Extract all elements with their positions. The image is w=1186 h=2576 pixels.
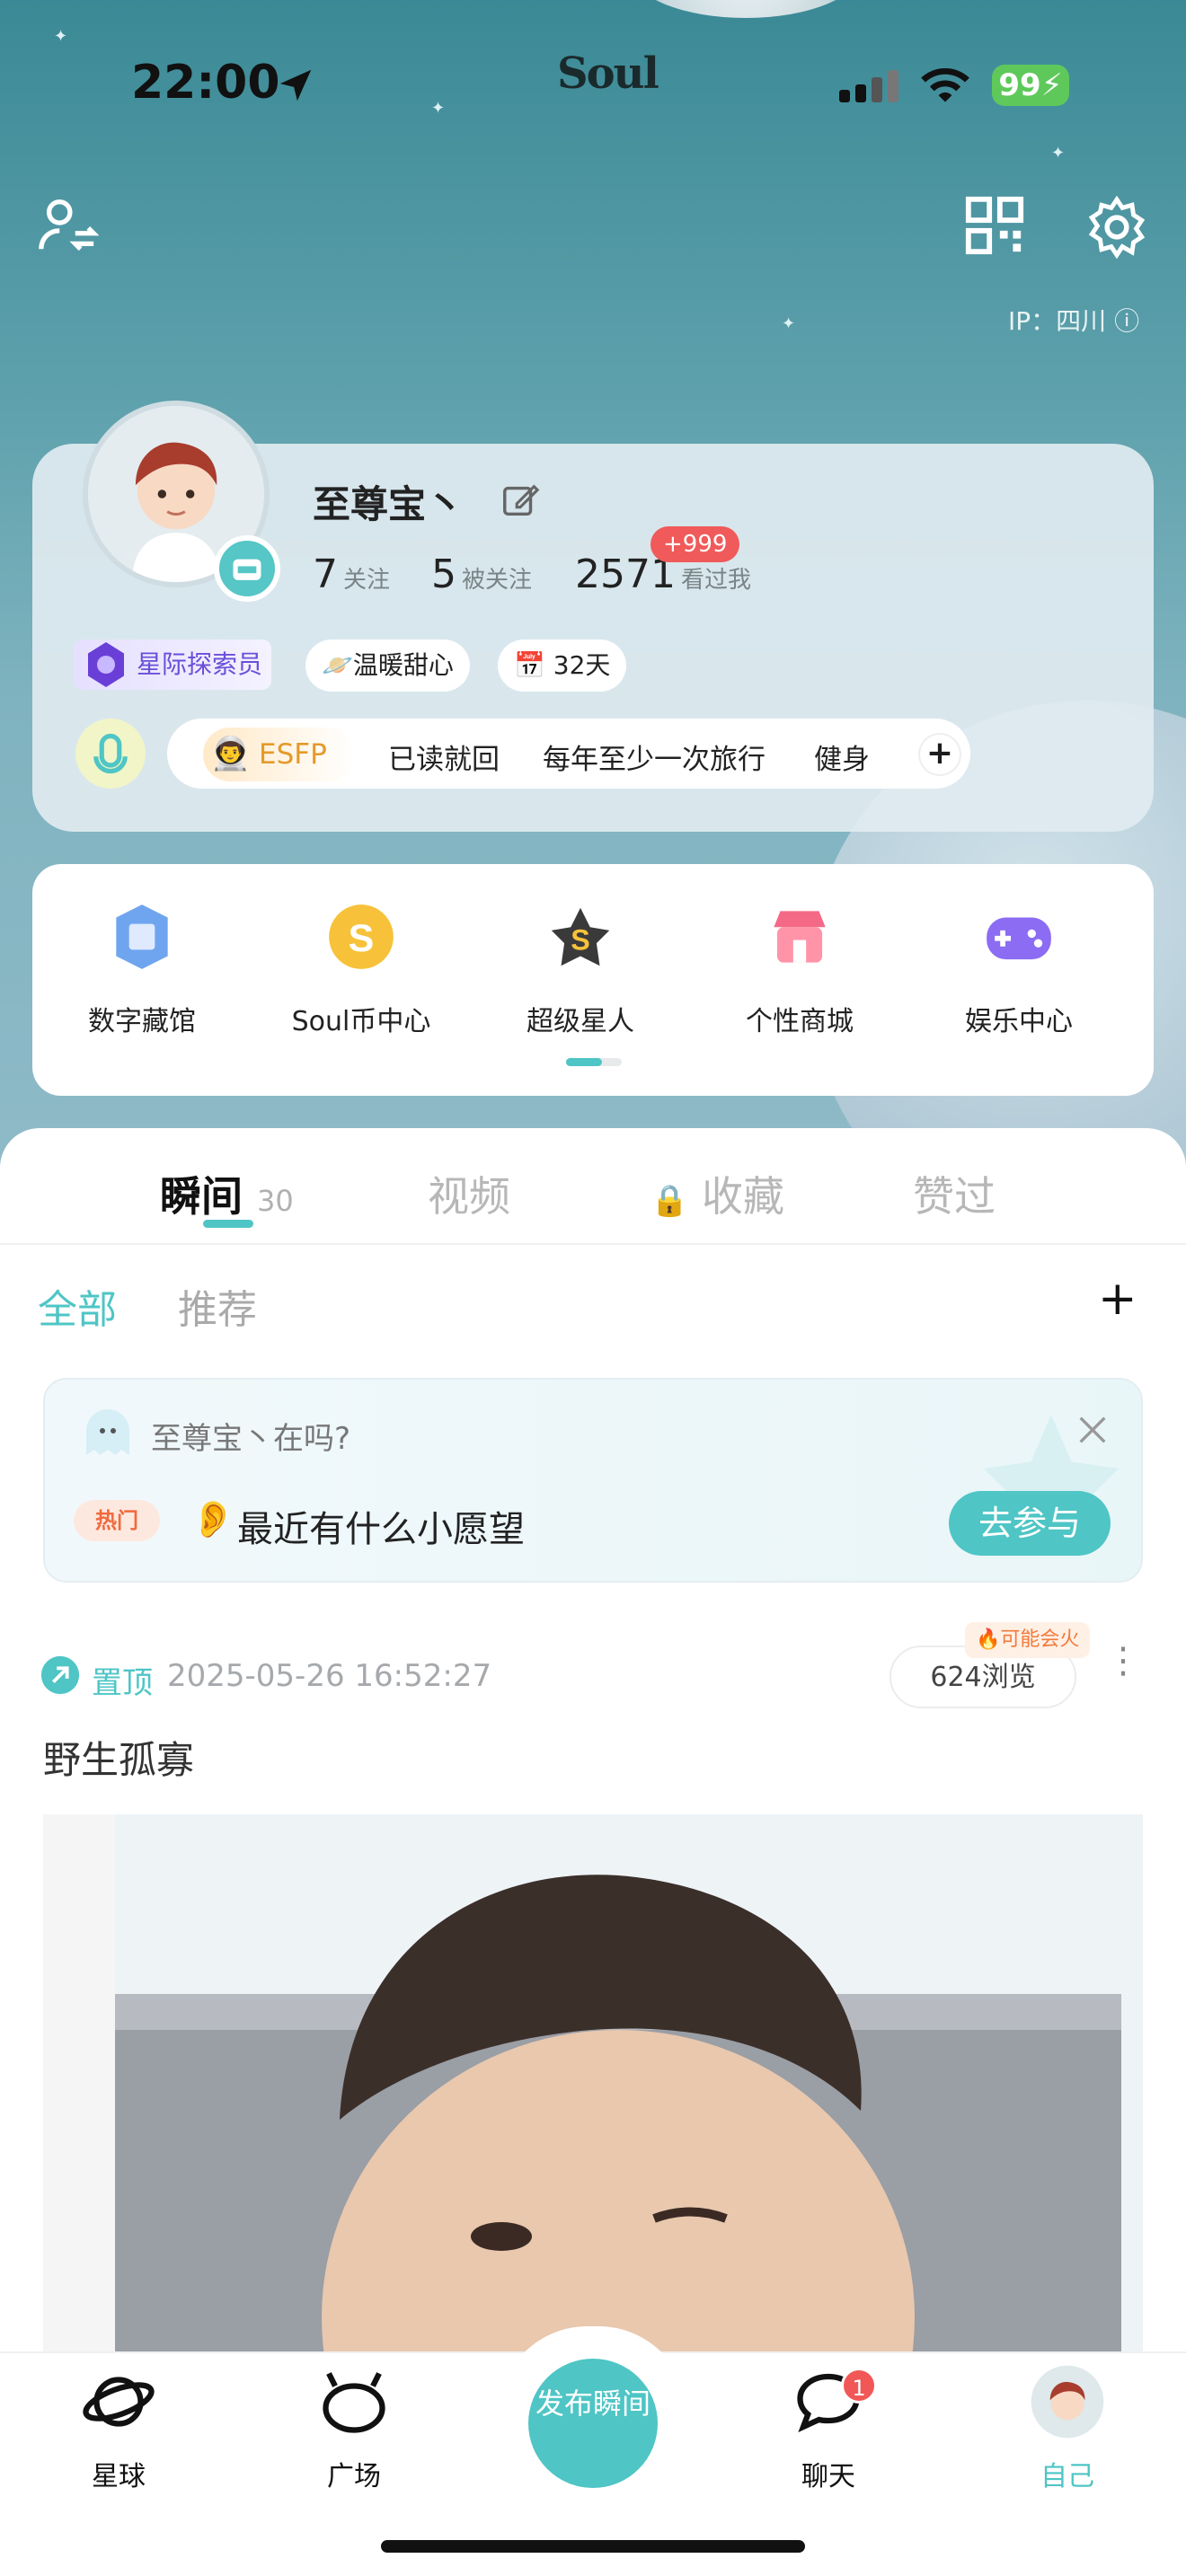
pin-icon xyxy=(40,1655,80,1695)
super-star-icon: S xyxy=(551,907,610,966)
edit-icon[interactable] xyxy=(500,480,541,521)
planet-icon xyxy=(83,2377,155,2427)
feature-label: 娱乐中心 xyxy=(965,1006,1073,1037)
status-time: 22:00 xyxy=(131,56,280,110)
shop-icon xyxy=(774,911,826,963)
more-options-icon[interactable]: ⋮ xyxy=(1105,1643,1141,1679)
battery-indicator: 99⚡ xyxy=(992,65,1069,106)
tab-indicator xyxy=(203,1220,253,1228)
profile-name: 至尊宝丶 xyxy=(313,482,465,526)
my-avatar-icon xyxy=(1031,2365,1104,2439)
mbti-tag[interactable]: 👨‍🚀 ESFP xyxy=(203,728,356,781)
personal-tag[interactable]: 健身 xyxy=(814,737,870,777)
explorer-badge[interactable]: 星际探索员 xyxy=(74,640,272,690)
nav-me[interactable]: 自己 xyxy=(996,2364,1139,2493)
nav-chat[interactable]: 聊天 xyxy=(757,2364,900,2493)
selfie-photo xyxy=(43,1814,1143,2353)
feature-label: 超级星人 xyxy=(527,1006,634,1037)
feature-label: 数字藏馆 xyxy=(88,1006,196,1037)
switch-account-icon[interactable] xyxy=(36,194,99,257)
voice-signature-button[interactable] xyxy=(75,719,146,789)
post-timestamp: 2025-05-26 16:52:27 xyxy=(167,1658,492,1694)
ghost-icon xyxy=(86,1409,129,1455)
trending-badge: 🔥可能会火 xyxy=(965,1622,1091,1658)
signal-icon xyxy=(839,70,898,102)
microphone-icon xyxy=(93,733,128,774)
planet-ring-icon: 🪐 xyxy=(322,650,353,680)
star-decoration: ✦ xyxy=(782,314,796,333)
post-photo[interactable] xyxy=(43,1814,1143,2353)
trait-tag[interactable]: 🪐温暖甜心 xyxy=(305,640,470,692)
days-tag[interactable]: 📅 32天 xyxy=(498,640,627,692)
settings-gear-icon[interactable] xyxy=(1084,194,1150,260)
nav-label: 星球 xyxy=(92,2461,146,2492)
tab-videos[interactable]: 视频 xyxy=(428,1164,510,1223)
star-decoration: ✦ xyxy=(1051,144,1066,163)
gamepad-icon xyxy=(987,917,1051,960)
chat-unread-badge: 1 xyxy=(841,2368,877,2404)
publish-moment-button[interactable]: 发布瞬间 xyxy=(528,2359,658,2488)
qr-code-icon[interactable] xyxy=(963,194,1026,257)
nav-label: 自己 xyxy=(1040,2461,1094,2492)
calendar-icon: 📅 xyxy=(514,650,545,680)
divider xyxy=(0,1243,1186,1245)
soul-coin-icon: S xyxy=(329,904,394,969)
location-arrow-icon xyxy=(279,69,312,101)
following-stat[interactable]: 7 关注 xyxy=(313,551,390,597)
ip-location: IP：四川 ⓘ xyxy=(1008,306,1140,336)
wifi-icon xyxy=(921,67,969,102)
explorer-planet-icon xyxy=(88,642,124,687)
home-indicator xyxy=(381,2540,805,2553)
feature-label: 个性商城 xyxy=(746,1006,854,1037)
promo-topic: 最近有什么小愿望 xyxy=(237,1509,525,1550)
visitors-badge: +999 xyxy=(651,526,740,562)
square-alien-icon xyxy=(323,2372,385,2433)
astronaut-icon: 👨‍🚀 xyxy=(210,736,251,772)
lock-icon: 🔒 xyxy=(651,1183,689,1219)
svg-text:S: S xyxy=(349,917,375,960)
star-decoration: ✦ xyxy=(54,27,68,46)
feature-shop[interactable]: 个性商城 xyxy=(692,898,907,1038)
nav-planet[interactable]: 星球 xyxy=(47,2364,190,2493)
app-brand: Soul xyxy=(557,49,659,99)
star-decoration: ✦ xyxy=(431,99,446,118)
post-text: 野生孤寡 xyxy=(43,1738,195,1782)
hot-badge: 热门 xyxy=(74,1500,160,1541)
filter-all[interactable]: 全部 xyxy=(38,1277,117,1335)
promo-greeting: 至尊宝丶在吗? xyxy=(151,1421,351,1457)
nav-label: 聊天 xyxy=(801,2461,855,2492)
feature-shortcuts: 数字藏馆 S Soul币中心 S 超级星人 个性商城 娱乐中心 xyxy=(32,864,1154,1096)
nav-square[interactable]: 广场 xyxy=(282,2364,426,2493)
personal-tag[interactable]: 每年至少一次旅行 xyxy=(543,737,766,777)
tab-liked[interactable]: 赞过 xyxy=(913,1164,996,1223)
moon-decoration xyxy=(629,0,863,18)
feature-label: Soul币中心 xyxy=(291,1006,431,1037)
avatar-edit-badge[interactable] xyxy=(214,535,280,602)
svg-text:S: S xyxy=(571,923,590,956)
ear-icon: 👂 xyxy=(190,1499,235,1540)
close-icon[interactable] xyxy=(1075,1412,1111,1448)
feature-entertainment[interactable]: 娱乐中心 xyxy=(911,898,1127,1038)
personal-tag[interactable]: 已读就回 xyxy=(388,737,500,777)
feature-soul-coin[interactable]: S Soul币中心 xyxy=(253,898,469,1038)
pinned-label: 置顶 xyxy=(92,1665,153,1701)
filter-recommend[interactable]: 推荐 xyxy=(178,1277,257,1335)
add-tag-button[interactable]: + xyxy=(920,735,960,774)
tab-favorites[interactable]: 🔒 收藏 xyxy=(651,1164,784,1223)
shop-badge-icon xyxy=(233,559,261,580)
nav-label: 广场 xyxy=(327,2461,381,2492)
feature-super-star[interactable]: S 超级星人 xyxy=(473,898,688,1038)
join-topic-button[interactable]: 去参与 xyxy=(949,1491,1111,1556)
add-moment-button[interactable]: + xyxy=(1098,1272,1137,1326)
tab-moments[interactable]: 瞬间 30 xyxy=(160,1164,294,1223)
info-icon[interactable]: ⓘ xyxy=(1114,306,1139,336)
digital-museum-icon xyxy=(116,904,168,969)
followers-stat[interactable]: 5 被关注 xyxy=(431,551,532,597)
feature-page-indicator xyxy=(566,1058,622,1066)
feature-digital-museum[interactable]: 数字藏馆 xyxy=(34,898,250,1038)
fire-icon: 🔥 xyxy=(976,1628,1001,1651)
